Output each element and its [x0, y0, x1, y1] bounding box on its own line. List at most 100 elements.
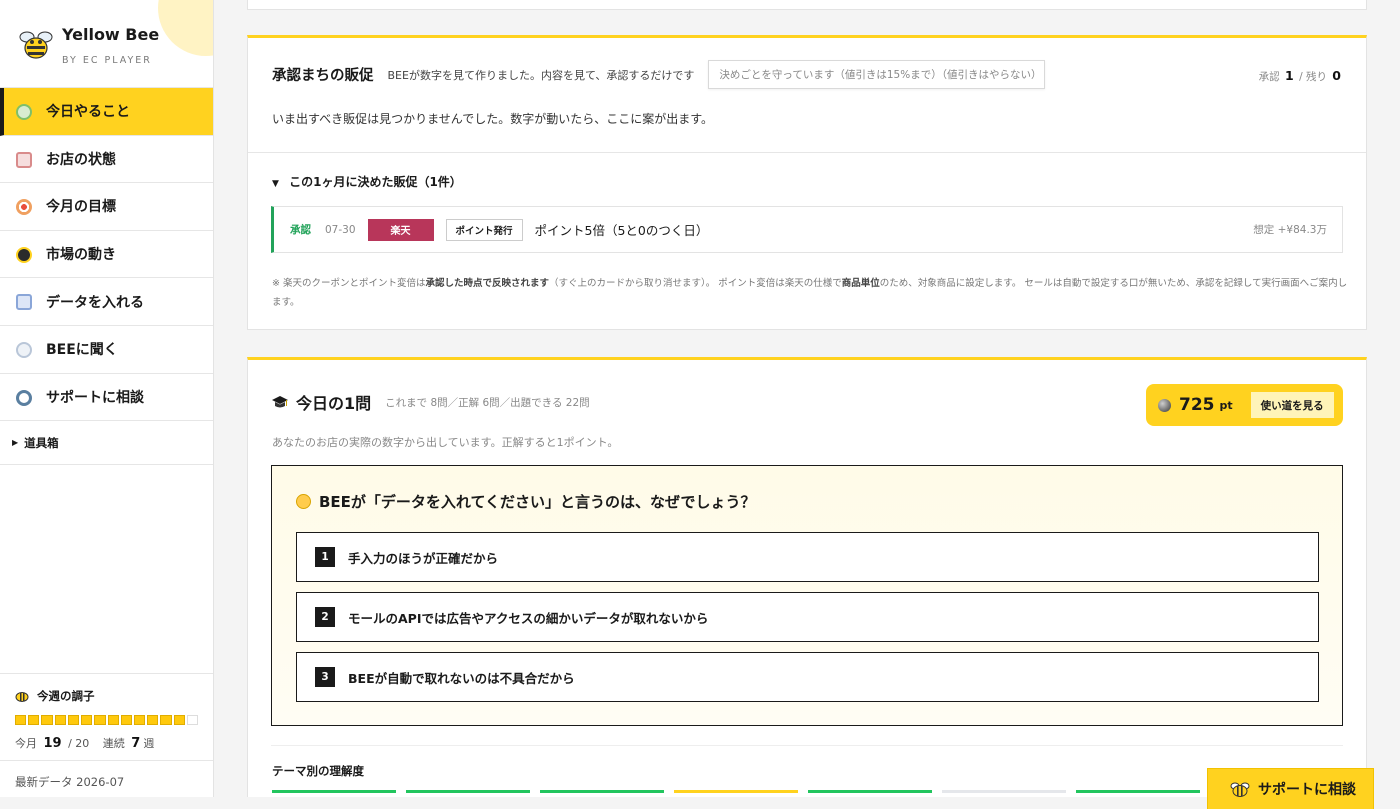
sidebar-item-monthly-goal[interactable]: 今月の目標 — [0, 183, 213, 231]
remaining-label: / 残り — [1299, 71, 1327, 83]
empty-message: いま出すべき販促は見つかりませんでした。数字が動いたら、ここに案が出ます。 — [272, 112, 714, 126]
brand-subtitle: BY EC PLAYER — [62, 55, 152, 66]
brand-name: Yellow Bee — [62, 25, 160, 44]
sidebar-item-label: 今月の目標 — [46, 199, 116, 216]
weekly-progress-blocks — [15, 715, 199, 725]
sidebar: Yellow Bee BY EC PLAYER 今日やること お店の状態 今月の… — [0, 0, 214, 797]
policy-field[interactable]: 決めごとを守っています（値引きは15%まで）（値引きはやらない） — [708, 60, 1046, 89]
month-label: 今月 — [15, 737, 37, 750]
promotion-row[interactable]: 承認 07-30 楽天 ポイント発行 ポイント5倍（5と0のつく日） 想定 +¥… — [271, 206, 1343, 253]
option-text: 手入力のほうが正確だから — [348, 550, 499, 566]
progress-block — [67, 715, 80, 725]
theme-bar — [272, 790, 396, 793]
answer-option-1[interactable]: 1 手入力のほうが正確だから — [296, 532, 1319, 582]
progress-block — [15, 715, 27, 725]
card-title: 承認まちの販促 — [272, 68, 374, 84]
sidebar-item-support[interactable]: サポートに相談 — [0, 374, 213, 422]
progress-block — [94, 715, 106, 725]
progress-block — [186, 715, 199, 725]
promotion-note: ※ 楽天のクーポンとポイント変倍は承認した時点で反映されます（すぐ上のカードから… — [272, 274, 1352, 312]
theme-bar — [674, 790, 798, 793]
note-text: （すぐ上のカードから取り消せます）。 ポイント変倍は楽天の仕様で — [549, 278, 842, 289]
inbox-icon — [16, 294, 32, 311]
question-text: BEEが「データを入れてください」と言うのは、なぜでしょう？ — [319, 493, 756, 511]
sidebar-item-market[interactable]: 市場の動き — [0, 231, 213, 279]
divider — [271, 745, 1343, 746]
streak-value: 7 — [131, 736, 141, 751]
chat-icon — [16, 341, 32, 358]
thinking-face-icon — [296, 494, 311, 509]
note-text: ※ 楽天のクーポンとポイント変倍は — [272, 278, 426, 289]
sidebar-nav: 今日やること お店の状態 今月の目標 市場の動き データを入れる BEEに聞く … — [0, 88, 213, 466]
sidebar-item-store-status[interactable]: お店の状態 — [0, 136, 213, 184]
sidebar-item-label: 今日やること — [46, 104, 130, 121]
decided-promotions-toggle[interactable]: ▼ この1ヶ月に決めた販促（1件） — [272, 173, 462, 190]
theme-understanding-title: テーマ別の理解度 — [272, 764, 364, 778]
progress-block — [41, 715, 53, 725]
latest-data-label: 最新データ 2026-07 — [15, 775, 125, 789]
support-chat-button[interactable]: サポートに相談 — [1208, 769, 1373, 809]
triangle-down-icon: ▼ — [272, 179, 279, 189]
quiz-stats: これまで 8問／正解 6問／出題できる 22問 — [385, 396, 590, 409]
month-total: / 20 — [68, 737, 90, 750]
support-icon — [16, 389, 32, 406]
quiz-header: 今日の1問 これまで 8問／正解 6問／出題できる 22問 — [272, 390, 590, 414]
sidebar-item-label: データを入れる — [46, 294, 144, 311]
target-icon — [16, 199, 32, 216]
previous-card — [247, 0, 1367, 10]
progress-block — [120, 715, 132, 725]
month-value: 19 — [43, 736, 62, 751]
sidebar-item-label: 市場の動き — [46, 247, 116, 264]
approved-count: 1 — [1285, 68, 1294, 83]
promotion-estimate: 想定 +¥84.3万 — [1253, 224, 1327, 236]
option-number: 2 — [315, 607, 335, 627]
quiz-description: あなたのお店の実際の数字から出しています。正解すると1ポイント。 — [272, 436, 619, 449]
brand-decor-circle — [158, 0, 213, 56]
sidebar-toolbox-toggle[interactable]: ▶ 道具箱 — [0, 421, 213, 466]
clipboard-icon — [16, 104, 32, 120]
option-text: BEEが自動で取れないのは不具合だから — [348, 670, 575, 686]
toolbox-label: 道具箱 — [24, 435, 59, 450]
approval-count: 承認 1 / 残り 0 — [1259, 68, 1343, 84]
progress-block — [54, 715, 66, 725]
points-value: 725 — [1179, 395, 1215, 415]
theme-bar — [406, 790, 530, 793]
sidebar-item-data-input[interactable]: データを入れる — [0, 278, 213, 326]
coin-icon — [1158, 398, 1171, 412]
pending-promotions-card: 承認まちの販促 BEEが数字を見て作りました。内容を見て、承認するだけです 決め… — [247, 35, 1367, 330]
question: BEEが「データを入れてください」と言うのは、なぜでしょう？ — [296, 491, 755, 512]
note-emphasis: 商品単位 — [841, 278, 880, 289]
main-content: 承認まちの販促 BEEが数字を見て作りました。内容を見て、承認するだけです 決め… — [214, 0, 1400, 797]
progress-block — [28, 715, 40, 725]
card-header: 承認まちの販促 BEEが数字を見て作りました。内容を見て、承認するだけです 決め… — [272, 60, 1046, 89]
sidebar-item-today[interactable]: 今日やること — [0, 88, 213, 136]
promotion-name: ポイント5倍（5と0のつく日） — [534, 223, 709, 238]
daily-quiz-card: 今日の1問 これまで 8問／正解 6問／出題できる 22問 725 pt 使い道… — [247, 357, 1367, 797]
points-unit: pt — [1219, 398, 1233, 412]
streak-label: 連続 — [102, 737, 125, 750]
graduation-cap-icon — [272, 396, 288, 408]
progress-block — [133, 715, 146, 725]
quiz-title: 今日の1問 — [296, 394, 372, 413]
weekly-title-text: 今週の調子 — [37, 689, 95, 703]
progress-block — [173, 715, 185, 725]
option-text: モールのAPIでは広告やアクセスの細かいデータが取れないから — [348, 610, 709, 626]
progress-block — [107, 715, 119, 725]
points-badge: 725 pt 使い道を見る — [1146, 384, 1343, 426]
promotion-type-badge: ポイント発行 — [445, 218, 523, 241]
divider — [248, 152, 1366, 153]
answer-option-2[interactable]: 2 モールのAPIでは広告やアクセスの細かいデータが取れないから — [296, 592, 1319, 642]
brand[interactable]: Yellow Bee BY EC PLAYER — [0, 0, 213, 88]
points-usage-button[interactable]: 使い道を見る — [1250, 392, 1334, 418]
theme-bar — [808, 790, 932, 793]
answer-option-3[interactable]: 3 BEEが自動で取れないのは不具合だから — [296, 652, 1319, 702]
card-subtitle: BEEが数字を見て作りました。内容を見て、承認するだけです — [387, 68, 695, 82]
bee-icon — [1230, 782, 1250, 797]
mall-badge: 楽天 — [367, 218, 434, 241]
progress-block — [81, 715, 93, 725]
sidebar-item-ask-bee[interactable]: BEEに聞く — [0, 326, 213, 374]
chart-icon — [16, 246, 32, 263]
theme-bar — [540, 790, 664, 793]
progress-block — [147, 715, 159, 725]
option-number: 1 — [315, 547, 335, 567]
